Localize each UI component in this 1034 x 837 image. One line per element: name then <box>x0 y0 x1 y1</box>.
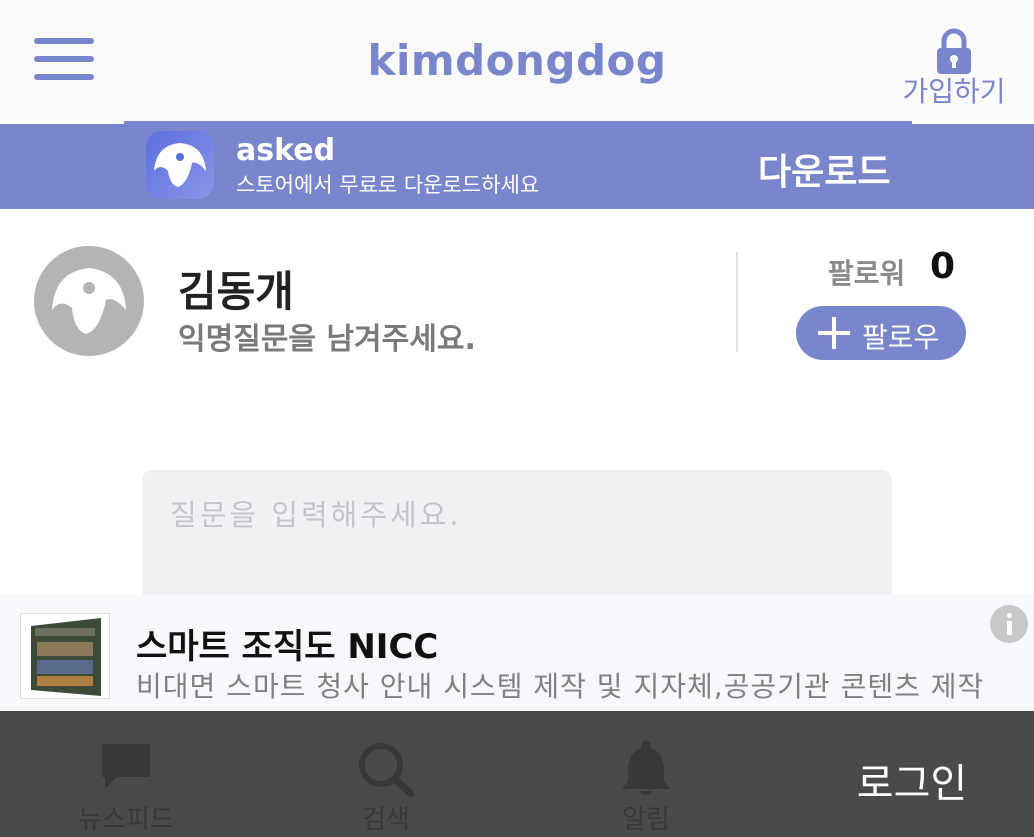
nav-item-notifications[interactable]: 알림 <box>566 711 726 837</box>
follower-label: 팔로워 <box>828 257 906 290</box>
search-icon <box>359 743 415 797</box>
nav-label-notifications: 알림 <box>622 805 670 835</box>
lock-icon <box>937 28 971 74</box>
profile-description: 익명질문을 남겨주세요. <box>178 322 476 357</box>
bottom-navigation: 뉴스피드 검색 알림 로그인 <box>0 711 1034 837</box>
nav-item-search[interactable]: 검색 <box>306 711 466 837</box>
chat-bubble-icon <box>102 744 150 789</box>
ad-description: 비대면 스마트 청사 안내 시스템 제작 및 지자체,공공기관 콘텐츠 제작 <box>136 670 985 703</box>
divider <box>736 252 738 352</box>
ad-thumbnail <box>20 613 110 699</box>
ad-banner[interactable]: 스마트 조직도 NICC 비대면 스마트 청사 안내 시스템 제작 및 지자체,… <box>0 595 1034 711</box>
nav-label-search: 검색 <box>362 805 410 835</box>
info-icon[interactable] <box>990 605 1028 643</box>
follow-button-label: 팔로우 <box>862 321 940 354</box>
login-button[interactable]: 로그인 <box>830 751 994 809</box>
plus-icon <box>818 317 850 349</box>
app-banner-subtitle: 스토어에서 무료로 다운로드하세요 <box>236 173 540 197</box>
nav-label-newsfeed: 뉴스피드 <box>78 805 174 835</box>
profile-name: 김동개 <box>178 267 294 316</box>
bell-icon <box>622 741 670 795</box>
follow-button[interactable]: 팔로우 <box>796 306 966 360</box>
signup-button[interactable]: 가입하기 <box>896 28 1012 114</box>
app-download-banner[interactable]: asked 스토어에서 무료로 다운로드하세요 다운로드 <box>0 121 1034 209</box>
ad-title: 스마트 조직도 NICC <box>136 627 439 667</box>
app-name: asked <box>236 133 336 168</box>
app-logo-icon <box>146 131 214 199</box>
avatar <box>34 246 144 356</box>
nav-item-newsfeed[interactable]: 뉴스피드 <box>46 711 206 837</box>
top-header: kimdongdog 가입하기 <box>0 0 1034 121</box>
download-button[interactable]: 다운로드 <box>758 143 890 195</box>
signup-label: 가입하기 <box>902 75 1006 108</box>
follower-count: 0 <box>930 246 956 287</box>
page-title: kimdongdog <box>367 36 667 85</box>
